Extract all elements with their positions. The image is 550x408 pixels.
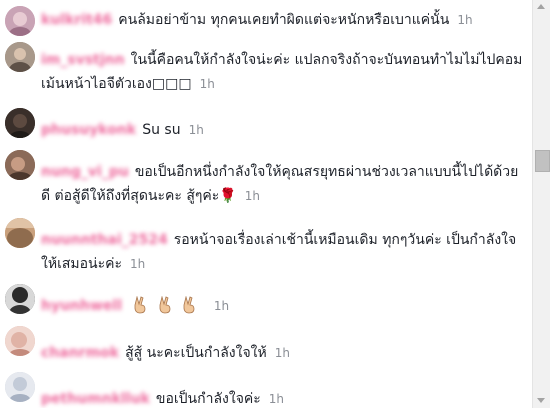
comment-text: ขอเป็นกำลังใจค่ะ: [155, 391, 261, 407]
victory-hand-icon: [183, 296, 195, 314]
avatar-photo: [5, 372, 35, 402]
avatar[interactable]: [5, 150, 35, 180]
comment-username[interactable]: hyunhwell: [41, 298, 122, 314]
avatar[interactable]: [5, 372, 35, 402]
comment-timestamp[interactable]: 1h: [457, 13, 472, 27]
scroll-up-arrow-icon[interactable]: [537, 4, 545, 9]
comment-timestamp[interactable]: 1h: [269, 392, 284, 406]
avatar-photo: [5, 108, 35, 138]
rose-icon: 🌹: [219, 188, 237, 204]
avatar-photo: [5, 218, 35, 248]
comment-username[interactable]: phusuykonk: [41, 122, 136, 138]
comment-text: สู้สู้ นะคะเป็นกำลังใจให้: [125, 345, 267, 361]
clap-reaction: [132, 296, 205, 314]
comment-username[interactable]: kulkrit46: [41, 12, 112, 28]
comment-username[interactable]: nung_vi_pu: [41, 164, 129, 180]
avatar[interactable]: [5, 108, 35, 138]
comment-timestamp[interactable]: 1h: [189, 123, 204, 137]
victory-hand-icon: [135, 296, 146, 314]
comment-username[interactable]: im_svstjnn: [41, 52, 125, 68]
scroll-down-arrow-icon[interactable]: [537, 398, 545, 403]
avatar[interactable]: [5, 284, 35, 314]
avatar[interactable]: [5, 218, 35, 248]
comment-timestamp[interactable]: 1h: [200, 77, 215, 91]
victory-hand-icon: [159, 296, 171, 314]
comment-timestamp[interactable]: 1h: [245, 189, 260, 203]
comment-timestamp[interactable]: 1h: [130, 257, 145, 271]
avatar[interactable]: [5, 326, 35, 356]
comment-text: Su su: [142, 122, 181, 138]
comment-text: คนล้มอย่าข้าม ทุกคนเคยทำผิดแต่จะหนักหรือ…: [118, 12, 450, 28]
comment-feed: kulkrit46 คนล้มอย่าข้าม ทุกคนเคยทำผิดแต่จ…: [0, 0, 532, 408]
comment-timestamp[interactable]: 1h: [275, 346, 290, 360]
scrollbar-thumb[interactable]: [535, 150, 550, 172]
avatar[interactable]: [5, 42, 35, 72]
avatar-photo: [5, 284, 35, 314]
avatar-photo: [5, 150, 35, 180]
vertical-scrollbar[interactable]: [532, 0, 550, 408]
comment-timestamp[interactable]: 1h: [214, 299, 229, 313]
comment-username[interactable]: chanrmok: [41, 345, 119, 361]
avatar[interactable]: [5, 6, 35, 36]
comment-username[interactable]: nuunnthai_2524: [41, 232, 168, 248]
comment-username[interactable]: pethumnklluk: [41, 391, 150, 407]
avatar-photo: [5, 42, 35, 72]
avatar-photo: [5, 326, 35, 356]
avatar-photo: [5, 6, 35, 36]
